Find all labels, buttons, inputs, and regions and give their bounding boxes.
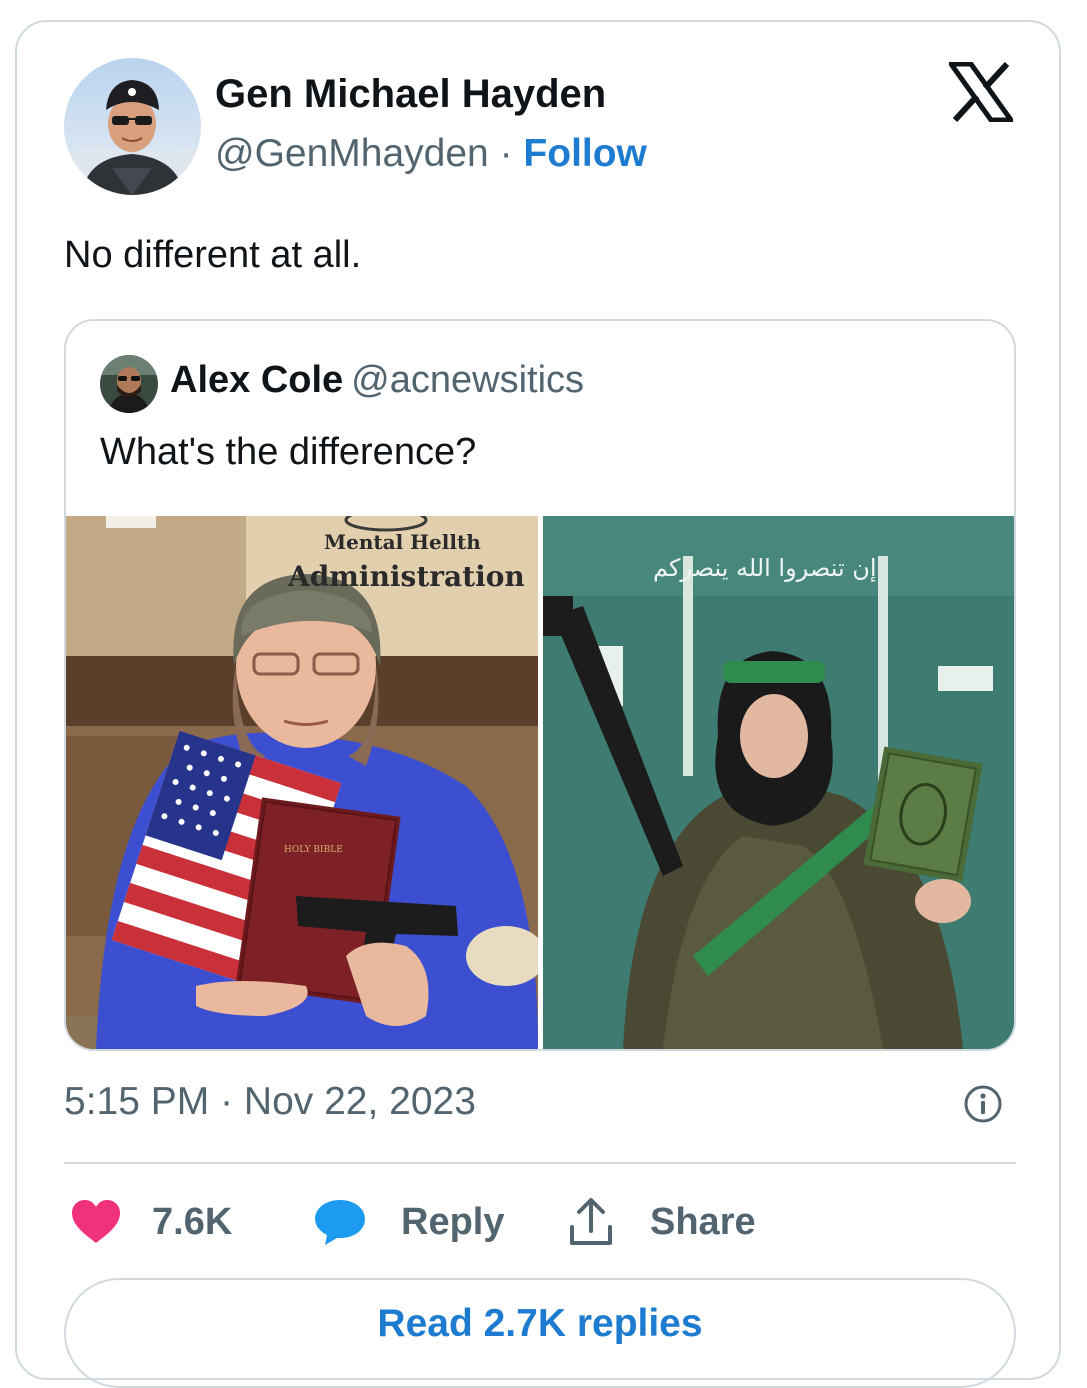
tweet-text: No different at all. (64, 234, 362, 276)
media-photo-right[interactable]: إن تنصروا الله ينصركم (543, 516, 1014, 1049)
like-button[interactable]: 7.6K (70, 1197, 232, 1247)
author-handle[interactable]: @GenMhayden (215, 132, 489, 175)
quoted-author-handle[interactable]: @acnewsitics (351, 359, 584, 401)
info-icon[interactable] (963, 1084, 1003, 1124)
share-button[interactable]: Share (568, 1197, 756, 1247)
media-photo-left[interactable]: HOLY BIBLE Mental Hellth Administration (66, 516, 538, 1049)
sign-text-line2: Administration (288, 560, 525, 593)
reply-label: Reply (401, 1200, 505, 1243)
quoted-author-line: Alex Cole @acnewsitics (170, 359, 584, 402)
quoted-author-avatar[interactable] (100, 355, 158, 413)
author-avatar[interactable] (64, 58, 201, 195)
quoted-media: HOLY BIBLE Mental Hellth Administration (66, 516, 1014, 1049)
reply-button[interactable]: Reply (313, 1197, 504, 1247)
banner-text: إن تنصروا الله ينصركم (653, 554, 877, 583)
follow-button[interactable]: Follow (523, 132, 646, 175)
read-replies-button[interactable]: Read 2.7K replies (64, 1278, 1016, 1388)
author-name[interactable]: Gen Michael Hayden (215, 72, 606, 117)
reply-bubble-icon (315, 1200, 365, 1245)
quoted-tweet-text: What's the difference? (100, 431, 477, 473)
share-label: Share (650, 1200, 756, 1243)
handle-separator: · (488, 132, 524, 175)
like-count: 7.6K (152, 1200, 233, 1243)
share-icon (570, 1198, 612, 1245)
heart-icon (72, 1200, 120, 1243)
quoted-tweet[interactable]: Alex Cole @acnewsitics What's the differe… (64, 319, 1016, 1051)
quoted-author-name[interactable]: Alex Cole (170, 359, 343, 401)
sign-text-line1: Mental Hellth (324, 530, 481, 554)
tweet-card: Gen Michael Hayden @GenMhayden · Follow … (15, 20, 1061, 1388)
x-logo-icon[interactable] (949, 62, 1013, 122)
divider (64, 1162, 1016, 1164)
tweet-timestamp[interactable]: 5:15 PM · Nov 22, 2023 (64, 1080, 476, 1124)
author-handle-line: @GenMhayden · Follow (215, 132, 647, 176)
bible-label: HOLY BIBLE (284, 845, 343, 855)
